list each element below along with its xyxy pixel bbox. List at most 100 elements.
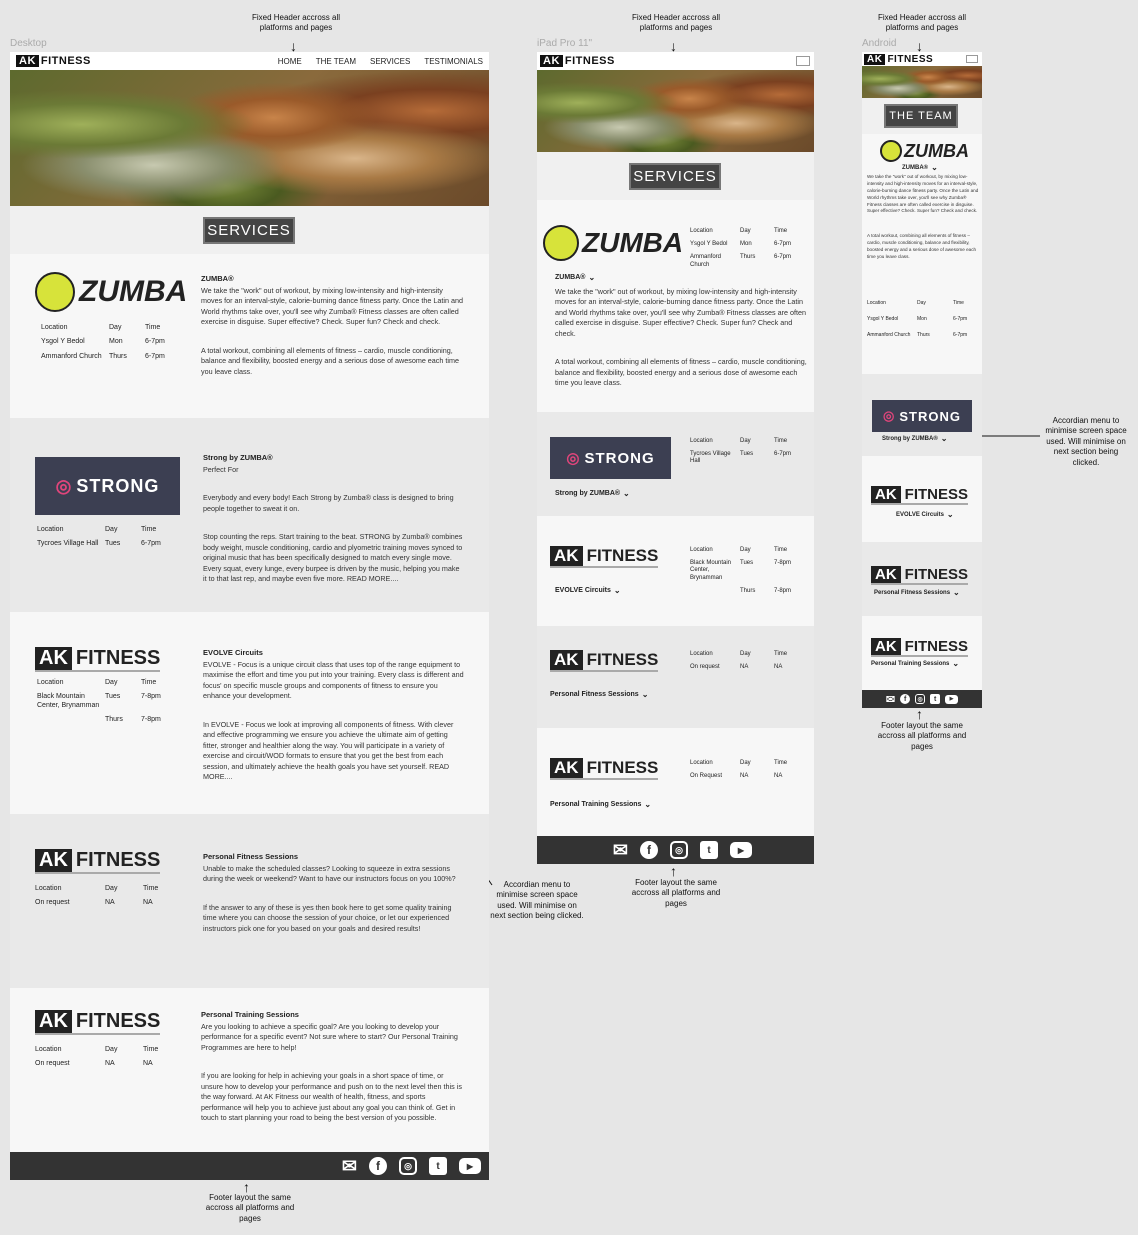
chevron-down-icon: ⌄ <box>644 800 652 809</box>
ak-fitness-logo: AK FITNESS <box>871 638 969 657</box>
instagram-icon[interactable]: ◎ <box>399 1157 417 1175</box>
twitter-icon[interactable]: t <box>700 841 718 859</box>
ak-fitness-logo: AK FITNESS <box>550 650 659 672</box>
header-annotation-android: Fixed Header accross all platforms and p… <box>877 13 967 33</box>
page-title: SERVICES <box>203 217 295 244</box>
ak-fitness-logo: AK FITNESS <box>35 849 161 874</box>
site-logo[interactable]: AK FITNESS <box>540 55 615 67</box>
service-zumba: ZUMBA Location Day Time Ysgol Y Bedol Mon 6-… <box>537 200 814 412</box>
chevron-down-icon: ⌄ <box>641 690 649 699</box>
accordion-toggle-evolve[interactable]: EVOLVE Circuits ⌄ <box>896 510 954 519</box>
strong-logo: ◎ STRONG <box>550 437 671 479</box>
service-evolve: AK FITNESS EVOLVE Circuits ⌄ <box>862 456 982 542</box>
site-logo[interactable]: AK FITNESS <box>16 55 91 67</box>
footer-annotation-ipad: Footer layout the same accross all platf… <box>631 878 721 908</box>
instagram-icon[interactable]: ◎ <box>670 841 688 859</box>
chevron-down-icon: ⌄ <box>623 489 630 498</box>
ak-fitness-logo: AK FITNESS <box>871 486 969 505</box>
service-zumba: ZUMBA ZUMBA® ⌄ We take the "work" out of … <box>862 134 982 374</box>
site-footer: ✉ f ◎ t ▶ <box>10 1152 489 1180</box>
read-more-link[interactable]: In EVOLVE - Focus we look at improving a… <box>203 720 465 783</box>
instagram-icon[interactable]: ◎ <box>915 694 926 704</box>
footer-annotation-desktop: Footer layout the same accross all platf… <box>205 1193 295 1223</box>
service-personal-fitness: AK FITNESS Personal Fitness Sessions ⌄ <box>862 542 982 616</box>
chevron-down-icon: ⌄ <box>953 588 960 597</box>
header-annotation-desktop: Fixed Header accross all platforms and p… <box>251 13 341 33</box>
read-more-link[interactable]: Stop counting the reps. Start training t… <box>203 532 465 584</box>
footer-annotation-android: Footer layout the same accross all platf… <box>877 721 967 751</box>
nav-the-team[interactable]: THE TEAM <box>316 57 356 66</box>
ak-fitness-logo: AK FITNESS <box>871 566 969 585</box>
service-personal-fitness: AK FITNESS Location Day Time On request NA NA… <box>10 814 489 988</box>
hamburger-menu-icon[interactable] <box>796 56 810 66</box>
frame-label-ipad: iPad Pro 11" <box>537 38 593 49</box>
site-header: AK FITNESS <box>862 52 982 66</box>
zumba-logo: ZUMBA <box>880 140 969 162</box>
up-arrow-icon: ↑ <box>670 863 677 879</box>
header-annotation-ipad: Fixed Header accross all platforms and p… <box>631 13 721 33</box>
accordion-toggle-evolve[interactable]: EVOLVE Circuits ⌄ <box>555 586 621 595</box>
nav-services[interactable]: SERVICES <box>370 57 410 66</box>
chevron-down-icon: ⌄ <box>946 510 954 519</box>
hamburger-menu-icon[interactable] <box>966 55 978 63</box>
accordion-toggle-strong[interactable]: Strong by ZUMBA® ⌄ <box>555 489 630 498</box>
service-personal-training: AK FITNESS Personal Training Sessions ⌄ <box>862 616 982 690</box>
service-evolve: AK FITNESS Location Day Time Black Mountain… <box>537 516 814 626</box>
twitter-icon[interactable]: t <box>429 1157 447 1175</box>
accordion-toggle-personal-fitness[interactable]: Personal Fitness Sessions ⌄ <box>550 690 648 699</box>
accordion-toggle-personal-fitness[interactable]: Personal Fitness Sessions ⌄ <box>874 588 960 597</box>
service-personal-training: AK FITNESS Location Day Time On request NA NA… <box>10 988 489 1152</box>
down-arrow-icon: ↓ <box>916 38 923 54</box>
accordion-toggle-zumba[interactable]: ZUMBA® ⌄ <box>902 163 938 172</box>
service-strong: ◎ STRONG Strong by ZUMBA® ⌄ <box>862 374 982 456</box>
facebook-icon[interactable]: f <box>640 841 658 859</box>
zumba-logo: ZUMBA <box>543 225 683 261</box>
up-arrow-icon: ↑ <box>243 1179 250 1195</box>
ak-fitness-logo: AK FITNESS <box>35 1010 161 1035</box>
zumba-logo: ZUMBA <box>35 272 187 312</box>
ak-fitness-logo: AK FITNESS <box>550 758 659 780</box>
service-zumba: ZUMBA Location Day Time Ysgol Y Bedol Mon 6-… <box>10 254 489 418</box>
down-arrow-icon: ↓ <box>670 38 677 54</box>
nav-home[interactable]: HOME <box>278 57 302 66</box>
chevron-down-icon: ⌄ <box>613 586 621 595</box>
desktop-frame: AK FITNESS HOME THE TEAM SERVICES TESTIMO… <box>10 52 489 1180</box>
accordion-toggle-zumba[interactable]: ZUMBA® ⌄ <box>555 273 595 282</box>
service-personal-training: AK FITNESS Location Day Time On Request NA NA… <box>537 728 814 836</box>
page-title: THE TEAM <box>884 104 958 128</box>
mail-icon[interactable]: ✉ <box>342 1156 357 1177</box>
nav-testimonials[interactable]: TESTIMONIALS <box>424 57 483 66</box>
android-frame: AK FITNESS THE TEAM ZUMBA ZUMBA® ⌄ We take… <box>862 52 982 708</box>
facebook-icon[interactable]: f <box>369 1157 387 1175</box>
accordion-toggle-strong[interactable]: Strong by ZUMBA® ⌄ <box>882 434 947 443</box>
chevron-down-icon: ⌄ <box>940 434 948 443</box>
facebook-icon[interactable]: f <box>900 694 911 704</box>
service-title: ZUMBA® <box>201 274 234 283</box>
mail-icon[interactable]: ✉ <box>613 840 628 861</box>
site-header: AK FITNESS <box>537 52 814 70</box>
ipad-frame: AK FITNESS SERVICES ZUMBA Location Day Time… <box>537 52 814 864</box>
ak-fitness-logo: AK FITNESS <box>35 647 161 672</box>
site-header: AK FITNESS HOME THE TEAM SERVICES TESTIMO… <box>10 52 489 70</box>
site-footer: ✉ f ◎ t ▶ <box>537 836 814 864</box>
accordion-toggle-personal-training[interactable]: Personal Training Sessions ⌄ <box>550 800 651 809</box>
frame-label-desktop: Desktop <box>10 38 47 49</box>
accordion-annotation-desktop: Accordian menu to minimise screen space … <box>490 880 584 921</box>
site-footer: ✉ f ◎ t ▶ <box>862 690 982 708</box>
youtube-icon[interactable]: ▶ <box>459 1158 481 1174</box>
twitter-icon[interactable]: t <box>930 694 941 704</box>
service-strong: ◎ STRONG Location Day Time Tycroes Village … <box>10 418 489 612</box>
accordion-toggle-personal-training[interactable]: Personal Training Sessions ⌄ <box>871 659 959 668</box>
hero-image <box>10 70 489 206</box>
frame-label-android: Android <box>862 38 897 49</box>
service-personal-fitness: AK FITNESS Location Day Time On request NA NA… <box>537 626 814 728</box>
strong-logo: ◎ STRONG <box>35 457 180 515</box>
ak-fitness-logo: AK FITNESS <box>550 546 659 568</box>
site-logo[interactable]: AK FITNESS <box>864 53 933 65</box>
youtube-icon[interactable]: ▶ <box>945 694 959 704</box>
hero-image <box>862 66 982 98</box>
mail-icon[interactable]: ✉ <box>886 693 895 706</box>
youtube-icon[interactable]: ▶ <box>730 842 752 858</box>
service-strong: ◎ STRONG Location Day Time Tycroes Village … <box>537 412 814 516</box>
chevron-down-icon: ⌄ <box>931 163 938 172</box>
